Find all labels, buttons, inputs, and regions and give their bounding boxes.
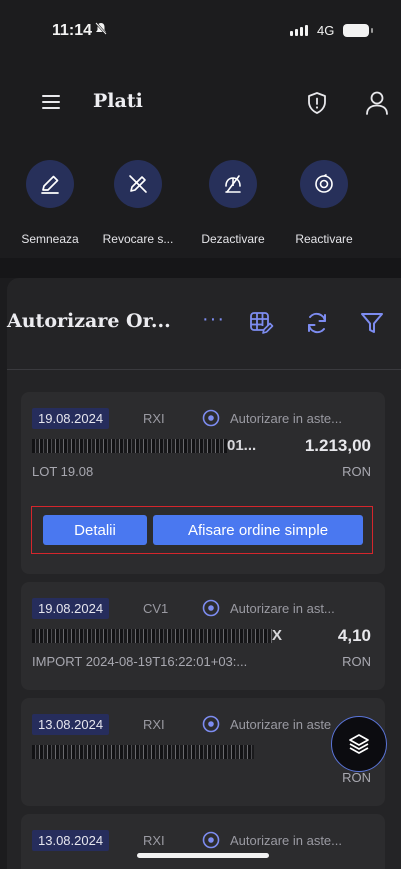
order-currency: RON bbox=[342, 770, 371, 785]
order-date: 19.08.2024 bbox=[32, 598, 110, 619]
redacted-account bbox=[32, 439, 227, 454]
pen-icon bbox=[26, 160, 74, 208]
menu-icon[interactable] bbox=[42, 95, 60, 109]
order-code: RXI bbox=[143, 411, 165, 426]
eye-icon[interactable] bbox=[201, 831, 221, 849]
order-date: 13.08.2024 bbox=[32, 714, 110, 735]
order-account: X bbox=[32, 627, 282, 647]
order-account bbox=[32, 743, 254, 763]
page-title: Plati bbox=[93, 90, 143, 112]
order-currency: RON bbox=[342, 654, 371, 669]
action-toolbar: Semneaza Revocare s... Dezactivare React… bbox=[0, 158, 401, 258]
order-status: Autorizare in ast... bbox=[230, 601, 335, 616]
order-status: Autorizare in aste... bbox=[230, 833, 342, 848]
redacted-account bbox=[32, 745, 254, 760]
order-amount: 1.213,00 bbox=[304, 436, 371, 455]
layers-icon bbox=[349, 734, 369, 754]
app-header: Plati bbox=[0, 78, 401, 128]
deactivate-action[interactable]: Dezactivare bbox=[188, 158, 278, 246]
reactivate-icon bbox=[300, 160, 348, 208]
order-code: CV1 bbox=[143, 601, 169, 616]
order-card[interactable]: 19.08.2024 RXI Autorizare in aste... 01.… bbox=[21, 392, 385, 574]
shield-icon[interactable] bbox=[303, 89, 331, 117]
sign-action[interactable]: Semneaza bbox=[5, 158, 95, 246]
card-actions-highlight: Detalii Afisare ordine simple bbox=[31, 506, 373, 554]
redacted-account bbox=[32, 629, 272, 644]
silent-bell-icon bbox=[95, 22, 107, 38]
reactivate-action[interactable]: Reactivare bbox=[279, 158, 369, 246]
show-simple-orders-button[interactable]: Afisare ordine simple bbox=[153, 515, 363, 545]
section-divider bbox=[0, 258, 401, 278]
eye-icon[interactable] bbox=[201, 715, 221, 733]
filter-icon[interactable] bbox=[359, 310, 385, 336]
order-code: RXI bbox=[143, 833, 165, 848]
details-button[interactable]: Detalii bbox=[43, 515, 147, 545]
status-bar: 11:14 4G bbox=[0, 0, 401, 60]
order-description: IMPORT 2024-08-19T16:22:01+03:... bbox=[32, 654, 248, 669]
status-time: 11:14 bbox=[52, 22, 93, 39]
revoke-pen-icon bbox=[114, 160, 162, 208]
order-status: Autorizare in aste... bbox=[230, 411, 342, 426]
eye-icon[interactable] bbox=[201, 599, 221, 617]
battery-icon bbox=[343, 24, 373, 37]
network-type: 4G bbox=[317, 23, 335, 38]
eye-icon[interactable] bbox=[201, 409, 221, 427]
order-date: 19.08.2024 bbox=[32, 408, 110, 429]
user-profile-icon[interactable] bbox=[363, 88, 391, 118]
order-card[interactable]: 13.08.2024 RXI Autorizare in aste 1( RON bbox=[21, 698, 385, 806]
order-account: 01... bbox=[32, 437, 256, 457]
more-options-icon[interactable]: ··· bbox=[202, 308, 225, 331]
order-description: LOT 19.08 bbox=[32, 464, 94, 479]
orders-panel: Autorizare Or... ··· 19.08.2024 RXI Auto… bbox=[7, 278, 401, 869]
layers-fab[interactable] bbox=[331, 716, 387, 772]
deactivate-action-label: Dezactivare bbox=[201, 232, 265, 246]
order-currency: RON bbox=[342, 464, 371, 479]
sign-action-label: Semneaza bbox=[21, 232, 79, 246]
table-edit-icon[interactable] bbox=[248, 310, 274, 336]
order-card[interactable]: 13.08.2024 RXI Autorizare in aste... bbox=[21, 814, 385, 869]
refresh-icon[interactable] bbox=[304, 310, 330, 336]
reactivate-action-label: Reactivare bbox=[295, 232, 353, 246]
signal-icon bbox=[290, 25, 308, 36]
panel-title: Autorizare Or... bbox=[7, 310, 171, 332]
home-indicator[interactable] bbox=[137, 853, 269, 858]
order-code: RXI bbox=[143, 717, 165, 732]
panel-header: Autorizare Or... ··· bbox=[7, 278, 401, 370]
order-amount: 4,10 bbox=[337, 626, 371, 645]
revoke-action-label: Revocare s... bbox=[102, 232, 174, 246]
order-card[interactable]: 19.08.2024 CV1 Autorizare in ast... X 4,… bbox=[21, 582, 385, 690]
deactivate-icon bbox=[209, 160, 257, 208]
order-date: 13.08.2024 bbox=[32, 830, 110, 851]
revoke-action[interactable]: Revocare s... bbox=[93, 158, 183, 246]
